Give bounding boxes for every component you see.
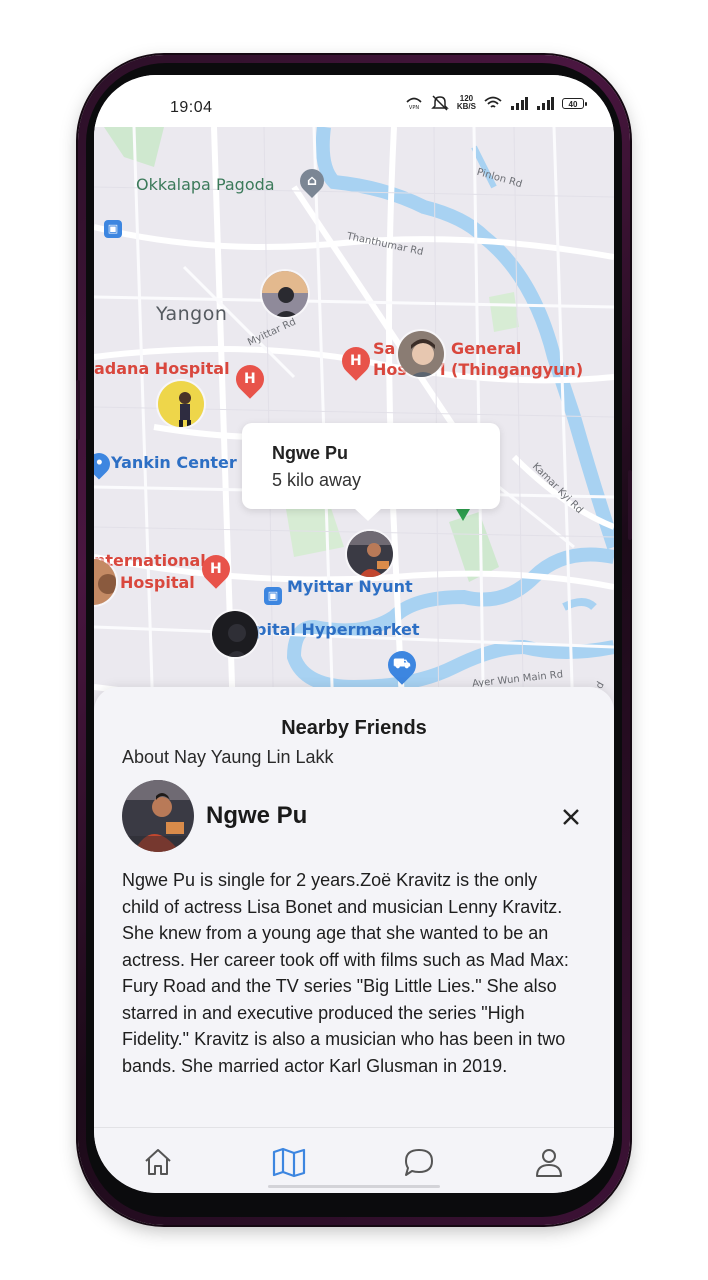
tooltip-distance: 5 kilo away: [272, 470, 362, 490]
map-label-general-2b: l (Thingangyun): [440, 360, 584, 379]
map-tooltip[interactable]: Ngwe Pu 5 kilo away: [242, 423, 500, 521]
profile-bio: Ngwe Pu is single for 2 years.Zoë Kravit…: [122, 870, 569, 1076]
map-icon: [272, 1147, 306, 1178]
close-button[interactable]: [556, 802, 586, 832]
nav-chat[interactable]: [399, 1142, 439, 1182]
map-label-hypermarket: pital Hypermarket: [255, 620, 420, 639]
map-label-myittar-nyunt: Myittar Nyunt: [287, 577, 413, 596]
transit-icon: ▣: [104, 220, 122, 238]
signal-icon: [510, 96, 528, 110]
friend-marker[interactable]: [210, 609, 260, 659]
wifi-icon: [484, 96, 502, 110]
status-bar: 19:04 VPN 120 KB/S 40: [94, 75, 614, 127]
avatar[interactable]: [122, 780, 194, 852]
screen: 19:04 VPN 120 KB/S 40 Okkalapa Pagoda ⌂ …: [94, 75, 614, 1193]
home-icon: [145, 1149, 171, 1175]
tooltip-name: Ngwe Pu: [272, 443, 349, 463]
map-label-yankin: Yankin Center: [111, 453, 237, 472]
nav-profile[interactable]: [529, 1142, 569, 1182]
status-time: 19:04: [170, 99, 213, 116]
sheet-subtitle: About Nay Yaung Lin Lakk: [122, 747, 334, 767]
mute-icon: [431, 95, 449, 111]
map-label-international-2: Hospital: [120, 573, 195, 592]
nav-home[interactable]: [138, 1142, 178, 1182]
transit-icon-2: ▣: [264, 587, 282, 605]
profile-name: Ngwe Pu: [206, 802, 308, 829]
vpn-icon: VPN: [405, 96, 423, 110]
sheet-title: Nearby Friends: [281, 717, 427, 739]
nearby-friends-sheet: Nearby Friends About Nay Yaung Lin Lakk …: [94, 687, 614, 1127]
map-label-hospital-left: adana Hospital: [94, 359, 230, 378]
nav-map[interactable]: [269, 1142, 309, 1182]
svg-text:VPN: VPN: [409, 105, 419, 110]
net-speed-unit: KB/S: [456, 102, 476, 111]
volume-button: [76, 380, 80, 440]
close-icon: [563, 809, 579, 825]
map-label-general-1: Sa: [373, 339, 396, 358]
map-label-yangon: Yangon: [156, 303, 228, 325]
map-view[interactable]: Okkalapa Pagoda ⌂ Pinlon Rd ▣ Thanthumar…: [94, 127, 614, 747]
home-indicator: [268, 1185, 440, 1188]
map-label-okkalapa: Okkalapa Pagoda: [136, 175, 275, 194]
friend-marker-selected[interactable]: [345, 529, 395, 579]
power-button: [628, 470, 632, 540]
chat-icon: [405, 1149, 433, 1176]
signal-icon-2: [536, 96, 554, 110]
friend-marker[interactable]: [396, 329, 446, 379]
map-label-general-1b: General: [451, 339, 522, 358]
friend-marker[interactable]: [260, 269, 310, 319]
friend-marker[interactable]: [156, 379, 206, 429]
profile-icon: [536, 1149, 562, 1177]
bottom-nav: [94, 1127, 614, 1193]
battery-icon: 40: [562, 97, 587, 109]
status-icons: VPN 120 KB/S 40: [405, 95, 587, 111]
net-speed: 120 KB/S: [457, 95, 476, 111]
